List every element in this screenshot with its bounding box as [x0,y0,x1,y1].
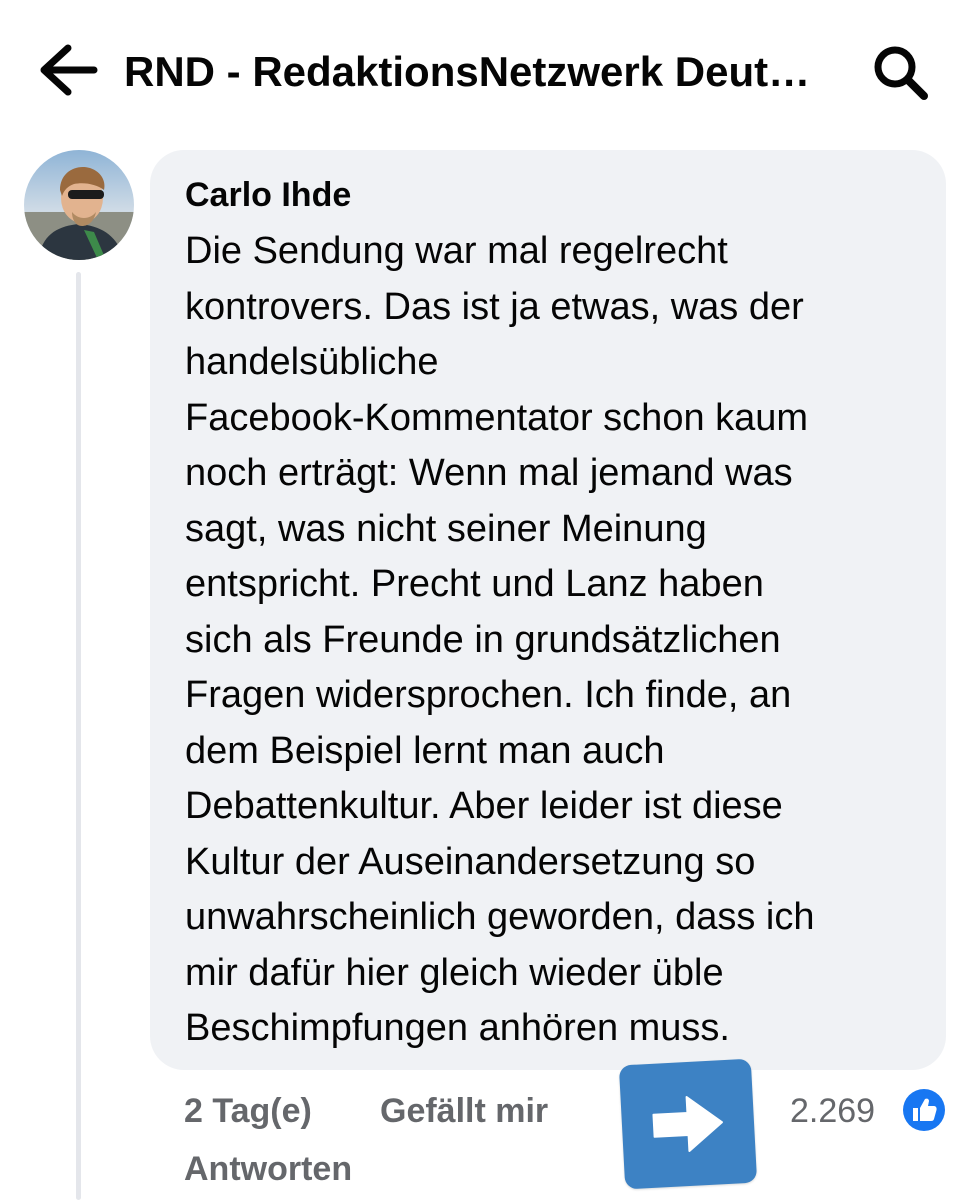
comment-bubble: Carlo Ihde Die Sendung war mal regelrech… [150,150,946,1070]
avatar[interactable] [24,150,134,260]
share-button[interactable] [618,1058,758,1190]
reply-button[interactable]: Antworten [184,1146,352,1192]
search-icon [874,46,928,100]
share-arrow-icon [652,1096,723,1152]
like-button[interactable]: Gefällt mir [380,1088,548,1134]
page-title: RND - RedaktionsNetzwerk Deut… [124,48,811,95]
comment-timestamp[interactable]: 2 Tag(e) [184,1088,312,1134]
profile-photo [24,150,134,260]
search-button[interactable] [868,40,932,104]
like-thumb-icon [903,1089,945,1131]
top-bar: RND - RedaktionsNetzwerk Deut… [0,0,972,140]
comment-author[interactable]: Carlo Ihde [185,172,351,218]
comment-text: Die Sendung war mal regelrecht kontrover… [185,230,815,1049]
arrow-left-icon [40,44,98,96]
back-button[interactable] [36,40,100,100]
thread-line [76,272,81,1200]
reaction-count[interactable]: 2.269 [790,1088,875,1134]
